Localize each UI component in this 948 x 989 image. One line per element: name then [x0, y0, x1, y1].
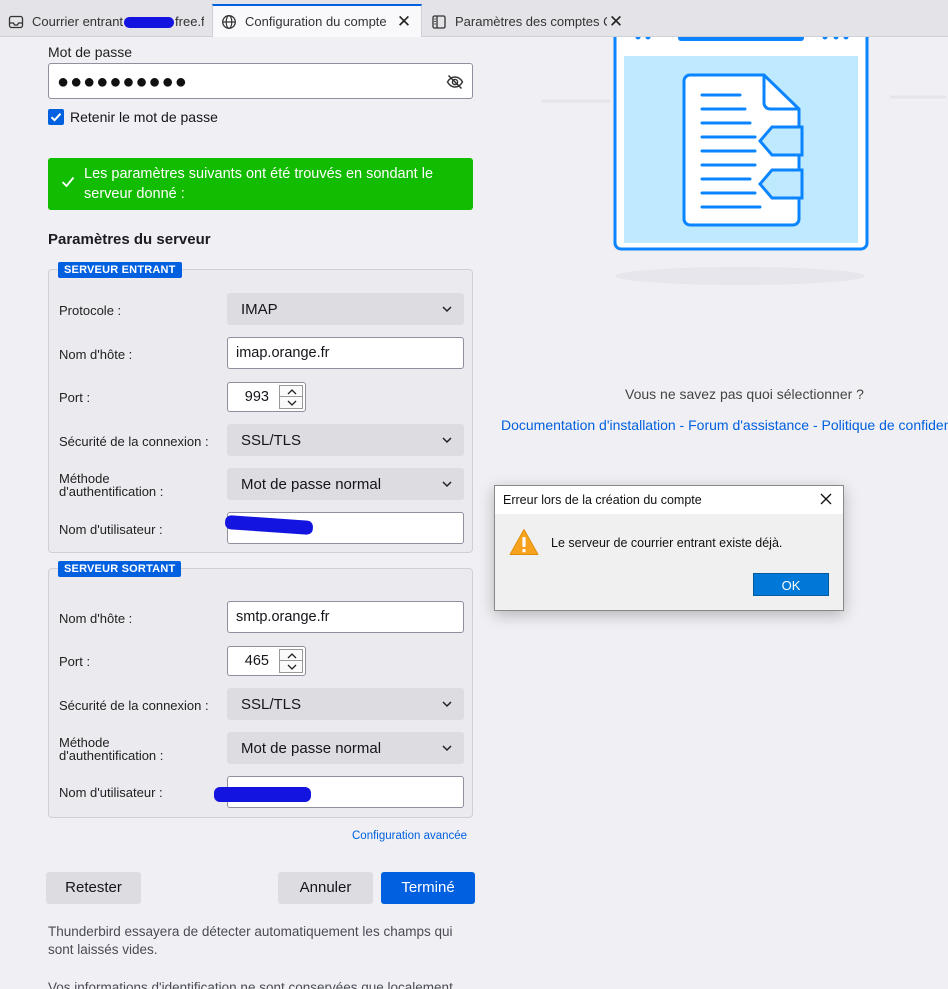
security-value: SSL/TLS	[241, 696, 302, 713]
tab-label: Paramètres des comptes Co	[455, 14, 607, 29]
close-icon[interactable]	[819, 492, 833, 506]
tab-label: Courrier entrantfree.fr	[32, 14, 204, 29]
close-icon[interactable]: ✕	[395, 12, 413, 32]
port-arrows[interactable]	[279, 649, 303, 673]
outgoing-port-stepper[interactable]: 465	[227, 646, 306, 676]
dialog-titlebar: Erreur lors de la création du compte	[495, 486, 843, 514]
ok-button[interactable]: OK	[753, 573, 829, 596]
chevron-down-icon	[442, 701, 452, 708]
chevron-up-icon	[287, 653, 297, 659]
outgoing-security-select[interactable]: SSL/TLS	[227, 688, 464, 720]
remember-password[interactable]: Retenir le mot de passe	[48, 109, 218, 125]
settings-book-icon	[432, 14, 446, 29]
security-label: Sécurité de la connexion :	[59, 698, 209, 713]
local-storage-note: Vos informations d'identification ne son…	[48, 980, 457, 989]
eye-slash-icon[interactable]	[446, 73, 464, 91]
tab-account-setup[interactable]: Configuration du compte ✕	[212, 4, 422, 37]
hostname-label: Nom d'hôte :	[59, 347, 133, 362]
security-value: SSL/TLS	[241, 432, 302, 449]
inbox-icon	[8, 15, 24, 28]
remember-label: Retenir le mot de passe	[70, 109, 218, 125]
username-label: Nom d'utilisateur :	[59, 785, 163, 800]
auth-label: Méthode d'authentification :	[59, 471, 164, 499]
port-arrows[interactable]	[279, 385, 303, 409]
advanced-config-link[interactable]: Configuration avancée	[352, 830, 467, 842]
port-label: Port :	[59, 390, 91, 405]
chevron-down-icon	[287, 400, 297, 406]
incoming-auth-select[interactable]: Mot de passe normal	[227, 468, 464, 500]
done-button[interactable]: Terminé	[381, 872, 475, 904]
close-icon[interactable]: ✕	[607, 12, 625, 32]
chevron-up-icon	[287, 389, 297, 395]
chevron-down-icon	[287, 664, 297, 670]
hostname-label: Nom d'hôte :	[59, 611, 133, 626]
dialog-message: Le serveur de courrier entrant existe dé…	[551, 536, 783, 550]
protocol-value: IMAP	[241, 301, 278, 318]
warning-icon	[509, 529, 539, 555]
redaction-mark	[124, 17, 175, 29]
decrement-button[interactable]	[279, 397, 303, 409]
incoming-security-select[interactable]: SSL/TLS	[227, 424, 464, 456]
checkmark-icon	[50, 113, 62, 122]
chevron-down-icon	[442, 437, 452, 444]
success-message: Les paramètres suivants ont été trouvés …	[84, 166, 434, 202]
outgoing-server-group: SERVEUR SORTANT Nom d'hôte : smtp.orange…	[48, 561, 473, 818]
port-label: Port :	[59, 654, 91, 669]
outgoing-auth-select[interactable]: Mot de passe normal	[227, 732, 464, 764]
incoming-legend: SERVEUR ENTRANT	[58, 262, 182, 278]
help-question: Vous ne savez pas quoi sélectionner ?	[625, 386, 864, 402]
check-icon	[61, 176, 75, 188]
security-label: Sécurité de la connexion :	[59, 434, 209, 449]
increment-button[interactable]	[279, 385, 303, 397]
chevron-down-icon	[442, 745, 452, 752]
port-value: 993	[244, 389, 269, 405]
outgoing-legend: SERVEUR SORTANT	[58, 561, 182, 577]
chevron-down-icon	[442, 306, 452, 313]
increment-button[interactable]	[279, 649, 303, 661]
password-value: ●●●●●●●●●●	[57, 71, 188, 93]
auth-value: Mot de passe normal	[241, 740, 382, 757]
document-illustration	[542, 37, 946, 285]
tab-bar: Courrier entrantfree.fr Configuration du…	[0, 0, 948, 37]
remember-checkbox[interactable]	[48, 109, 64, 125]
username-label: Nom d'utilisateur :	[59, 522, 163, 537]
auto-detect-note: Thunderbird essayera de détecter automat…	[48, 924, 453, 957]
incoming-hostname-input[interactable]: imap.orange.fr	[227, 337, 464, 369]
password-input[interactable]: ●●●●●●●●●●	[48, 63, 473, 99]
tab-account-settings[interactable]: Paramètres des comptes Co ✕	[423, 6, 633, 37]
protocol-select[interactable]: IMAP	[227, 293, 464, 325]
dialog-title: Erreur lors de la création du compte	[503, 493, 702, 507]
incoming-server-group: SERVEUR ENTRANT Protocole : IMAP Nom d'h…	[48, 262, 473, 553]
success-banner: Les paramètres suivants ont été trouvés …	[48, 158, 473, 210]
incoming-port-stepper[interactable]: 993	[227, 382, 306, 412]
protocol-label: Protocole :	[59, 303, 122, 318]
server-settings-title: Paramètres du serveur	[48, 231, 211, 248]
error-dialog: Erreur lors de la création du compte Le …	[494, 485, 844, 611]
port-value: 465	[244, 653, 269, 669]
auth-label: Méthode d'authentification :	[59, 735, 164, 763]
tab-inbox[interactable]: Courrier entrantfree.fr	[0, 6, 212, 37]
chevron-down-icon	[442, 481, 452, 488]
retest-button[interactable]: Retester	[46, 872, 141, 904]
password-label: Mot de passe	[48, 44, 133, 60]
outgoing-hostname-input[interactable]: smtp.orange.fr	[227, 601, 464, 633]
auth-value: Mot de passe normal	[241, 476, 382, 493]
cancel-button[interactable]: Annuler	[278, 872, 373, 904]
globe-icon	[222, 14, 236, 29]
decrement-button[interactable]	[279, 661, 303, 673]
tab-label: Configuration du compte	[245, 14, 387, 29]
help-links[interactable]: Documentation d'installation - Forum d'a…	[501, 417, 948, 433]
redaction-mark	[214, 787, 311, 802]
